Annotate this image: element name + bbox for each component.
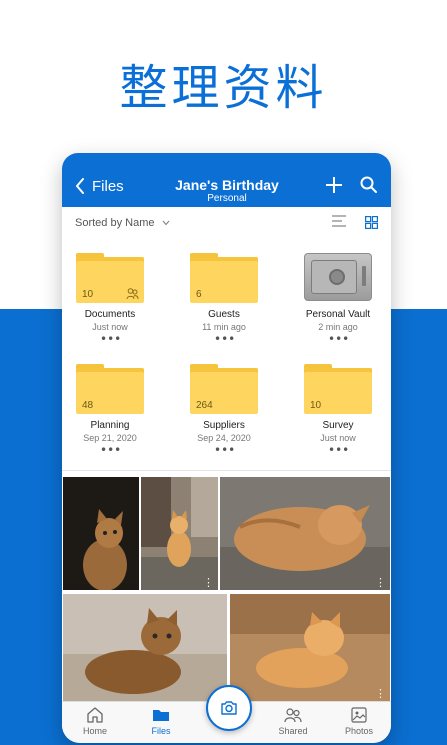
more-options-icon[interactable]: ••• (100, 333, 121, 345)
item-count: 48 (82, 400, 94, 411)
folder-modified: Just now (92, 322, 128, 332)
folder-icon (153, 710, 169, 721)
photo-icon (351, 707, 367, 723)
folder-icon: 264 (190, 364, 258, 414)
item-count: 6 (196, 289, 202, 300)
list-view-icon[interactable] (332, 215, 346, 227)
folder-name: Guests (208, 309, 240, 320)
cat-photo-image (230, 594, 390, 701)
shared-people-icon (126, 288, 139, 300)
photo-thumbnail[interactable]: ⋮ (220, 477, 390, 590)
folder-modified: 11 min ago (202, 322, 246, 332)
folder-modified: Sep 21, 2020 (83, 433, 137, 443)
tab-files[interactable]: Files (131, 706, 191, 742)
more-options-icon[interactable]: ••• (214, 444, 235, 456)
more-options-icon[interactable]: ••• (328, 333, 349, 345)
more-options-icon[interactable]: ⋮ (203, 577, 214, 588)
folder-tile-survey[interactable]: 10 Survey Just now ••• (290, 364, 391, 474)
chevron-down-icon (163, 220, 170, 226)
folder-icon: 48 (76, 364, 144, 414)
photo-thumbnail[interactable]: ⋮ (230, 594, 390, 701)
tab-shared[interactable]: Shared (263, 706, 323, 742)
folder-tile-suppliers[interactable]: 264 Suppliers Sep 24, 2020 ••• (176, 364, 286, 474)
search-icon[interactable] (360, 176, 377, 193)
folder-modified: 2 min ago (318, 322, 358, 332)
cat-photo-image (220, 477, 390, 590)
folder-tile-planning[interactable]: 48 Planning Sep 21, 2020 ••• (62, 364, 172, 474)
back-button[interactable]: Files (74, 175, 124, 197)
item-count: 264 (196, 400, 213, 411)
folder-icon: 10 (304, 364, 372, 414)
people-icon (284, 708, 302, 723)
item-count: 10 (82, 289, 94, 300)
more-options-icon[interactable]: ••• (214, 333, 235, 345)
cat-photo-image (141, 477, 218, 590)
photo-thumbnail[interactable] (63, 477, 139, 590)
more-options-icon[interactable]: ••• (328, 444, 349, 456)
folder-title: Jane's Birthday (175, 177, 279, 193)
folder-modified: Sep 24, 2020 (197, 433, 251, 443)
folder-name: Documents (84, 309, 136, 320)
folder-tile-documents[interactable]: 10 Documents Just now ••• (62, 253, 172, 363)
back-label: Files (92, 177, 124, 195)
folder-subtitle: Personal (207, 193, 247, 204)
phone-screen: Files Jane's Birthday Personal Sorted by… (62, 153, 391, 743)
tab-label: Shared (278, 726, 308, 736)
folder-icon: 6 (190, 253, 258, 303)
chevron-left-icon (76, 178, 84, 194)
folder-name: Suppliers (203, 420, 245, 431)
sort-label: Sorted by Name (75, 217, 155, 229)
hero-title: 整理资料 (119, 60, 328, 116)
more-options-icon[interactable]: ••• (100, 444, 121, 456)
photo-thumbnail[interactable] (63, 594, 227, 701)
more-options-icon[interactable]: ⋮ (375, 577, 386, 588)
folder-name: Survey (322, 420, 354, 431)
app-header: Files Jane's Birthday Personal (62, 153, 391, 207)
camera-icon (221, 701, 237, 715)
photo-thumbnail[interactable]: ⋮ (141, 477, 218, 590)
sort-dropdown[interactable]: Sorted by Name (75, 217, 170, 229)
folder-name: Personal Vault (305, 309, 371, 320)
folder-modified: Just now (320, 433, 356, 443)
divider (62, 470, 391, 471)
cat-photo-image (63, 477, 139, 590)
plus-icon[interactable] (326, 177, 342, 193)
camera-button[interactable] (206, 685, 252, 731)
grid-view-icon[interactable] (365, 216, 378, 229)
folder-name: Planning (90, 420, 130, 431)
folder-icon: 10 (76, 253, 144, 303)
tab-home[interactable]: Home (65, 706, 125, 742)
tab-label: Files (151, 726, 171, 736)
item-count: 10 (310, 400, 322, 411)
cat-photo-image (63, 594, 227, 701)
more-options-icon[interactable]: ⋮ (375, 688, 386, 699)
folder-tile-personal-vault[interactable]: Personal Vault 2 min ago ••• (290, 253, 391, 363)
tab-label: Home (82, 726, 107, 736)
vault-safe-icon (304, 253, 372, 301)
tab-label: Photos (344, 726, 374, 736)
home-icon (87, 707, 103, 723)
tab-photos[interactable]: Photos (329, 706, 389, 742)
folder-tile-guests[interactable]: 6 Guests 11 min ago ••• (176, 253, 286, 363)
